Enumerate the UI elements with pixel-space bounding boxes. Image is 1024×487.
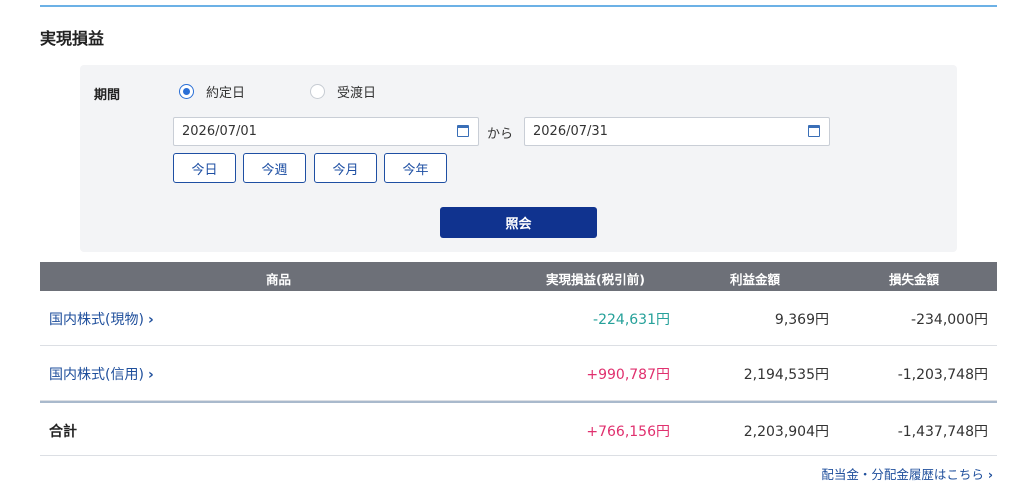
total-row: 合計 +766,156円 2,203,904円 -1,437,748円 <box>40 401 997 456</box>
top-divider <box>40 5 997 7</box>
today-button[interactable]: 今日 <box>173 153 236 183</box>
inquiry-button[interactable]: 照会 <box>440 207 597 238</box>
header-loss-amount: 損失金額 <box>889 272 940 287</box>
header-product: 商品 <box>266 272 292 287</box>
total-profit-amount: 2,203,904円 <box>743 424 829 440</box>
total-loss-amount: -1,437,748円 <box>897 424 988 440</box>
profit-amount-value: 2,194,535円 <box>743 367 829 383</box>
total-realized-pl: +766,156円 <box>586 424 670 440</box>
pl-table: 商品 実現損益(税引前) 利益金額 損失金額 国内株式(現物) › -224,63… <box>40 262 997 456</box>
period-label: 期間 <box>94 88 121 103</box>
date-range-connector: から <box>487 127 514 142</box>
radio-settlement-date-label: 受渡日 <box>337 86 377 101</box>
chevron-right-icon: › <box>147 367 154 383</box>
profit-amount-value: 9,369円 <box>774 312 829 328</box>
calendar-icon[interactable] <box>808 125 820 137</box>
date-to-value: 2026/07/31 <box>533 124 608 139</box>
this-month-button[interactable]: 今月 <box>314 153 377 183</box>
header-realized-pl: 実現損益(税引前) <box>546 272 645 287</box>
loss-amount-value: -1,203,748円 <box>897 367 988 383</box>
date-to-input[interactable]: 2026/07/31 <box>524 117 830 146</box>
chevron-right-icon: › <box>987 467 993 482</box>
table-header: 商品 実現損益(税引前) 利益金額 損失金額 <box>40 262 997 291</box>
radio-unchecked-icon[interactable] <box>310 84 325 99</box>
chevron-right-icon: › <box>147 312 154 328</box>
table-row: 国内株式(現物) › -224,631円 9,369円 -234,000円 <box>40 291 997 346</box>
date-from-input[interactable]: 2026/07/01 <box>173 117 479 146</box>
calendar-icon[interactable] <box>457 125 469 137</box>
radio-trade-date-label: 約定日 <box>206 86 246 101</box>
radio-settlement-date[interactable]: 受渡日 <box>310 82 376 101</box>
product-link[interactable]: 国内株式(現物) › <box>49 309 154 329</box>
date-from-value: 2026/07/01 <box>182 124 257 139</box>
product-link[interactable]: 国内株式(信用) › <box>49 364 154 384</box>
total-label: 合計 <box>49 424 77 440</box>
radio-checked-icon[interactable] <box>179 84 194 99</box>
this-week-button[interactable]: 今週 <box>243 153 306 183</box>
header-profit-amount: 利益金額 <box>730 272 781 287</box>
table-row: 国内株式(信用) › +990,787円 2,194,535円 -1,203,74… <box>40 346 997 401</box>
section-title: 実現損益 <box>40 29 105 48</box>
radio-trade-date[interactable]: 約定日 <box>179 82 245 101</box>
dividend-history-link[interactable]: 配当金・分配金履歴はこちら › <box>821 464 993 483</box>
realized-pl-value: -224,631円 <box>593 312 670 328</box>
this-year-button[interactable]: 今年 <box>384 153 447 183</box>
loss-amount-value: -234,000円 <box>911 312 988 328</box>
filter-panel: 期間 約定日 受渡日 2026/07/01 から 2026/07/31 今日 今… <box>80 65 957 252</box>
realized-pl-value: +990,787円 <box>586 367 670 383</box>
